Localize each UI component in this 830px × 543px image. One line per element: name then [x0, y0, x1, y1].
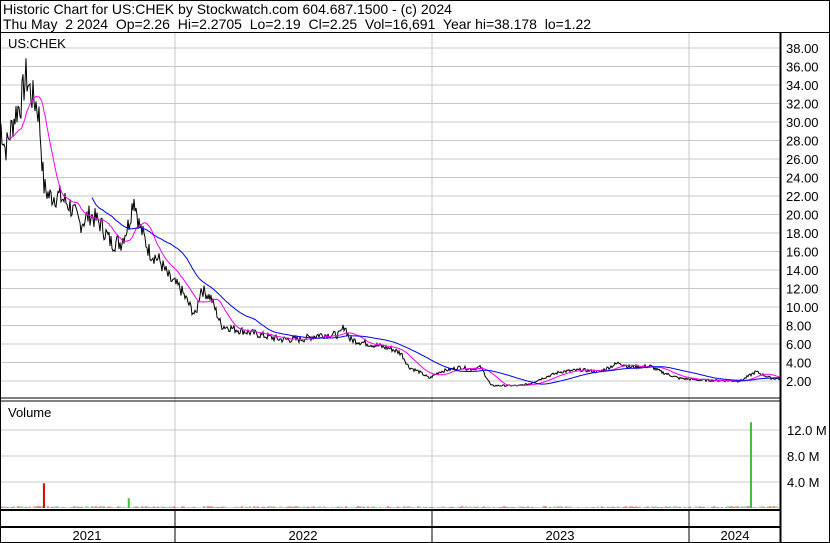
volume-tick-label: 12.0 M	[787, 423, 827, 438]
price-tick-label: 10.00	[786, 300, 819, 315]
price-tick-label: 28.00	[786, 134, 819, 149]
price-tick-label: 12.00	[786, 282, 819, 297]
price-tick-label: 18.00	[786, 226, 819, 241]
price-tick-label: 30.00	[786, 115, 819, 130]
price-tick-label: 2.00	[786, 374, 811, 389]
price-tick-label: 24.00	[786, 171, 819, 186]
year-label: 2022	[289, 528, 318, 543]
year-label: 2023	[546, 528, 575, 543]
volume-label: Volume	[8, 405, 51, 420]
price-tick-label: 6.00	[786, 337, 811, 352]
price-tick-label: 34.00	[786, 78, 819, 93]
price-tick-label: 4.00	[786, 356, 811, 371]
symbol-label: US:CHEK	[8, 36, 66, 51]
price-tick-label: 8.00	[786, 319, 811, 334]
chart-svg: US:CHEK Volume 38.00 36.00 34.00 32.00 30.00…	[0, 0, 830, 543]
chart-border	[0, 0, 830, 543]
price-tick-label: 26.00	[786, 152, 819, 167]
price-tick-label: 32.00	[786, 97, 819, 112]
stock-chart: Historic Chart for US:CHEK by Stockwatch…	[0, 0, 830, 543]
price-line	[0, 58, 781, 388]
volume-tick-label: 4.0 M	[787, 475, 820, 490]
price-tick-label: 38.00	[786, 41, 819, 56]
price-tick-label: 14.00	[786, 263, 819, 278]
price-tick-label: 22.00	[786, 189, 819, 204]
year-label: 2024	[721, 528, 750, 543]
volume-tick-label: 8.0 M	[787, 449, 820, 464]
price-tick-label: 36.00	[786, 60, 819, 75]
long-ma-line	[91, 197, 780, 385]
price-tick-label: 20.00	[786, 208, 819, 223]
price-tick-label: 16.00	[786, 245, 819, 260]
year-label: 2021	[73, 528, 102, 543]
